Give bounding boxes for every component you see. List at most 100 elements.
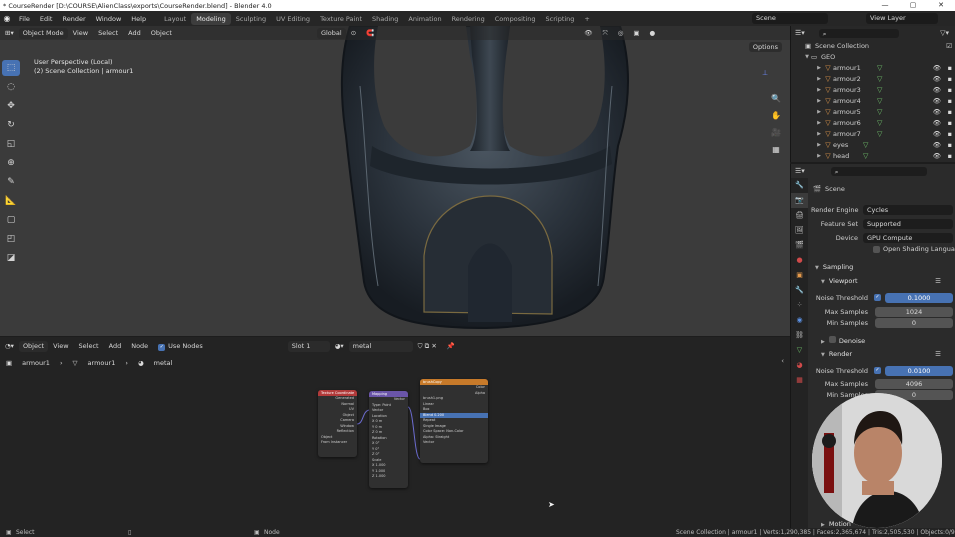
- list-menu-icon[interactable]: ☰: [935, 350, 941, 358]
- texture-tab-icon[interactable]: ▦: [791, 373, 808, 388]
- render-camera-icon[interactable]: ▪: [948, 86, 952, 94]
- menu-edit[interactable]: Edit: [35, 15, 58, 23]
- shading-solid-icon[interactable]: ●: [645, 29, 661, 37]
- gizmo-icon[interactable]: ⤧: [598, 29, 613, 38]
- outliner-item-armour5[interactable]: ▶ ▽ armour5 ▽ 👁 ▪: [791, 106, 955, 117]
- render-tab-icon[interactable]: 📷: [791, 193, 808, 208]
- overlay-icon[interactable]: ◎: [613, 29, 629, 37]
- render-subsection[interactable]: ▼ Render: [821, 350, 852, 358]
- pivot-icon[interactable]: ⊙: [346, 29, 361, 37]
- shader-node-editor[interactable]: ◔▾ Object View Select Add Node ✓ Use Node…: [0, 337, 790, 528]
- outliner-item-armour4[interactable]: ▶ ▽ armour4 ▽ 👁 ▪: [791, 95, 955, 106]
- snap-icon[interactable]: 🧲: [361, 29, 379, 37]
- transform-icon[interactable]: ⊕: [2, 155, 20, 171]
- outliner-item-armour6[interactable]: ▶ ▽ armour6 ▽ 👁 ▪: [791, 117, 955, 128]
- visibility-eye-icon[interactable]: 👁: [933, 108, 941, 116]
- menu-view[interactable]: View: [68, 29, 93, 37]
- particles-tab-icon[interactable]: ⁘: [791, 298, 808, 313]
- menu-help[interactable]: Help: [126, 15, 151, 23]
- data-tab-icon[interactable]: ▽: [791, 343, 808, 358]
- blender-logo-icon[interactable]: ◉: [0, 14, 14, 23]
- object-tab-icon[interactable]: ▣: [791, 268, 808, 283]
- filter-icon[interactable]: ▽▾: [940, 29, 955, 37]
- viewport-noise-threshold-checkbox[interactable]: ✓: [874, 294, 881, 301]
- annotate-icon[interactable]: ✎: [2, 174, 20, 190]
- expand-arrow-icon[interactable]: ▶: [815, 87, 823, 93]
- view-layer-tab-icon[interactable]: 🖼: [791, 223, 808, 238]
- menu-add[interactable]: Add: [123, 29, 146, 37]
- zoom-icon[interactable]: 🔍: [768, 94, 784, 110]
- shear-icon[interactable]: ◪: [2, 250, 20, 266]
- menu-file[interactable]: File: [14, 15, 35, 23]
- menu-object[interactable]: Object: [146, 29, 177, 37]
- minimize-button[interactable]: —: [871, 0, 899, 11]
- output-tab-icon[interactable]: 🖨: [791, 208, 808, 223]
- render-camera-icon[interactable]: ▪: [948, 119, 952, 127]
- expand-arrow-icon[interactable]: ▶: [815, 120, 823, 126]
- expand-arrow-icon[interactable]: ▶: [815, 65, 823, 71]
- render-camera-icon[interactable]: ▪: [948, 130, 952, 138]
- modifier-tab-icon[interactable]: 🔧: [791, 283, 808, 298]
- render-engine-dropdown[interactable]: Cycles: [863, 205, 953, 215]
- workspace-tab-modeling[interactable]: Modeling: [191, 12, 231, 25]
- constraints-tab-icon[interactable]: ⛓: [791, 328, 808, 343]
- options-button[interactable]: Options: [748, 42, 782, 52]
- workspace-tab-compositing[interactable]: Compositing: [490, 13, 541, 25]
- render-camera-icon[interactable]: ▪: [948, 141, 952, 149]
- rotate-icon[interactable]: ↻: [2, 117, 20, 133]
- viewport-min-samples-field[interactable]: 0: [875, 318, 953, 328]
- expand-arrow-icon[interactable]: ▶: [815, 131, 823, 137]
- axis-gizmo[interactable]: ⊥: [754, 62, 776, 84]
- expand-arrow-icon[interactable]: ▶: [815, 142, 823, 148]
- editor-type-icon[interactable]: ☰▾: [795, 29, 805, 37]
- texture-coordinate-node[interactable]: Texture Coordinate Generated Normal UV O…: [318, 390, 357, 457]
- visibility-eye-icon[interactable]: 👁: [933, 119, 941, 127]
- workspace-tab-sculpting[interactable]: Sculpting: [231, 13, 271, 25]
- workspace-tab-layout[interactable]: Layout: [159, 13, 191, 25]
- material-tab-icon[interactable]: ◕: [791, 358, 808, 373]
- outliner-collection-geo[interactable]: ▼ ▭ GEO: [791, 51, 955, 62]
- add-cube-icon[interactable]: ▢: [2, 212, 20, 228]
- viewport-noise-threshold-field[interactable]: 0.1000: [885, 293, 953, 303]
- image-texture-node[interactable]: brushCopy Color Alpha brush1.png Linear …: [420, 379, 488, 463]
- add-workspace-button[interactable]: +: [579, 13, 594, 25]
- menu-render[interactable]: Render: [57, 15, 90, 23]
- viewport-max-samples-field[interactable]: 1024: [875, 307, 953, 317]
- render-camera-icon[interactable]: ▪: [948, 75, 952, 83]
- visibility-eye-icon[interactable]: 👁: [933, 64, 941, 72]
- pan-hand-icon[interactable]: ✋: [768, 111, 784, 127]
- render-camera-icon[interactable]: ▪: [948, 64, 952, 72]
- grid-icon[interactable]: ▦: [768, 145, 784, 161]
- scene-tab-icon[interactable]: 🎬: [791, 238, 808, 253]
- render-noise-threshold-field[interactable]: 0.0100: [885, 366, 953, 376]
- orientation-dropdown[interactable]: Global: [316, 27, 346, 39]
- scene-selector[interactable]: Scene: [752, 13, 828, 24]
- outliner-item-eyes[interactable]: ▶ ▽ eyes ▽ 👁 ▪: [791, 139, 955, 150]
- select-box-icon[interactable]: ⬚: [2, 60, 20, 76]
- viewport-subsection[interactable]: ▼ Viewport: [821, 277, 858, 285]
- cursor-icon[interactable]: ◌: [2, 79, 20, 95]
- 3d-viewport[interactable]: ⊞▾ Object Mode View Select Add Object Gl…: [0, 26, 790, 336]
- properties-search-input[interactable]: ⌕: [830, 166, 927, 176]
- tool-tab-icon[interactable]: 🔧: [791, 178, 808, 193]
- sampling-section[interactable]: ▼ Sampling: [815, 263, 853, 271]
- workspace-tab-shading[interactable]: Shading: [367, 13, 403, 25]
- mode-dropdown[interactable]: Object Mode: [18, 27, 68, 39]
- workspace-tab-uv-editing[interactable]: UV Editing: [271, 13, 315, 25]
- workspace-tab-texture-paint[interactable]: Texture Paint: [315, 13, 367, 25]
- scale-icon[interactable]: ◱: [2, 136, 20, 152]
- expand-arrow-icon[interactable]: ▶: [815, 76, 823, 82]
- outliner[interactable]: ☰▾ ⌕ ▽▾ ▣ Scene Collection ☑ ▼ ▭ GEO ▶ ▽…: [790, 26, 955, 162]
- visibility-icon[interactable]: 👁: [579, 29, 597, 37]
- outliner-item-armour2[interactable]: ▶ ▽ armour2 ▽ 👁 ▪: [791, 73, 955, 84]
- motion-blur-section[interactable]: ▶ Motion: [821, 520, 851, 528]
- physics-tab-icon[interactable]: ◉: [791, 313, 808, 328]
- visibility-eye-icon[interactable]: 👁: [933, 130, 941, 138]
- expand-arrow-icon[interactable]: ▶: [815, 153, 823, 159]
- menu-select[interactable]: Select: [93, 29, 123, 37]
- outliner-item-armour3[interactable]: ▶ ▽ armour3 ▽ 👁 ▪: [791, 84, 955, 95]
- world-tab-icon[interactable]: ●: [791, 253, 808, 268]
- denoise-subsection[interactable]: ▶ Denoise: [821, 336, 865, 345]
- render-max-samples-field[interactable]: 4096: [875, 379, 953, 389]
- extrude-icon[interactable]: ◰: [2, 231, 20, 247]
